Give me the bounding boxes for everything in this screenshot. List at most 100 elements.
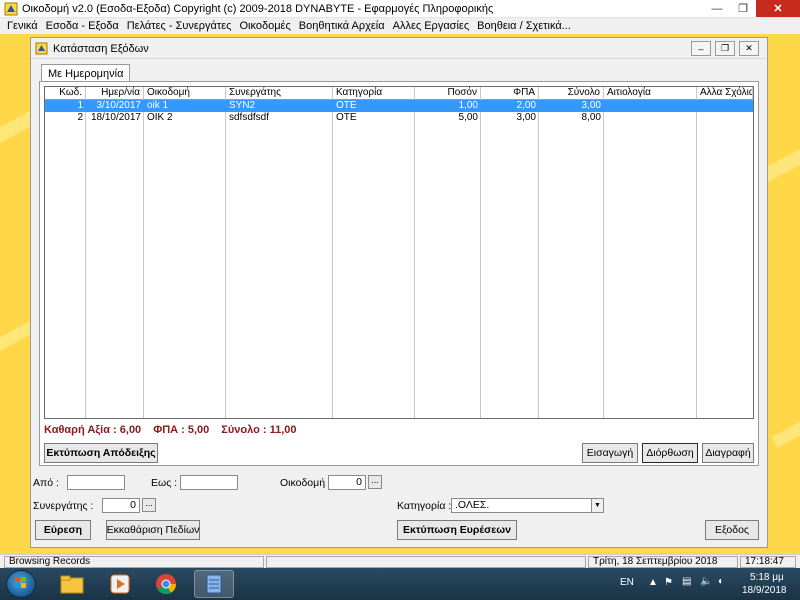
background-stripe	[771, 404, 800, 448]
column-divider	[45, 87, 86, 418]
cell-building: OIK 2	[147, 112, 173, 123]
menu-help-about[interactable]: Βοηθεια / Σχετικά...	[474, 18, 576, 34]
delete-button[interactable]: Διαγραφή	[702, 443, 754, 463]
menu-general[interactable]: Γενικά	[4, 18, 43, 34]
menu-other-tasks[interactable]: Αλλες Εργασίες	[390, 18, 475, 34]
table-row[interactable]: 1 3/10/2017 oik 1 SYN2 OTE 1,00 2,00 3,0…	[45, 100, 753, 112]
column-divider	[226, 87, 333, 418]
cell-amount: 5,00	[458, 112, 478, 123]
search-button[interactable]: Εύρεση	[35, 520, 91, 540]
minimize-button[interactable]: —	[704, 0, 730, 17]
close-button[interactable]: ✕	[756, 0, 800, 17]
to-label: Εως :	[151, 477, 178, 489]
cell-date: 3/10/2017	[96, 100, 142, 111]
column-header-code[interactable]: Κωδ.	[45, 87, 86, 100]
tab-panel: Κωδ. Ημερ/νία Οικοδομή Συνεργάτης Κατηγο…	[39, 81, 759, 466]
cell-partner: sdfsdfsdf	[229, 112, 270, 123]
start-button[interactable]	[6, 570, 36, 598]
status-bar: Browsing Records Τρίτη, 18 Σεπτεμβρίου 2…	[0, 554, 800, 568]
insert-button[interactable]: Εισαγωγή	[582, 443, 638, 463]
tray-arrow-icon[interactable]: ▲	[648, 577, 658, 588]
total-value-label: Σύνολο : 11,00	[221, 424, 297, 436]
windows-logo-icon	[15, 577, 26, 588]
column-header-total[interactable]: Σύνολο	[539, 87, 604, 100]
cell-total: 3,00	[581, 100, 601, 111]
cell-date: 18/10/2017	[90, 112, 141, 123]
menu-customers-partners[interactable]: Πελάτες - Συνεργάτες	[124, 18, 237, 34]
system-tray: EN ▲ ⚑ ▤ 🔈 ◐ 5:18 μμ 18/9/2018	[614, 568, 800, 600]
app-title: Οικοδομή v2.0 (Εσοδα-Εξοδα) Copyright (c…	[22, 3, 494, 15]
clear-fields-button[interactable]: Εκκαθάριση Πεδίων	[106, 520, 200, 540]
exit-button[interactable]: Εξοδος	[705, 520, 759, 540]
cell-notes	[697, 112, 753, 124]
column-header-amount[interactable]: Ποσόν	[415, 87, 481, 100]
menu-buildings[interactable]: Οικοδομές	[236, 18, 295, 34]
partner-browse-button[interactable]: ...	[142, 498, 156, 512]
to-date-input[interactable]	[180, 475, 238, 490]
language-indicator[interactable]: EN	[620, 577, 634, 588]
column-header-notes[interactable]: Αλλα Σχόλια	[697, 87, 753, 100]
column-divider	[604, 87, 697, 418]
menubar: Γενικά Εσοδα - Εξοδα Πελάτες - Συνεργάτε…	[0, 18, 800, 34]
print-receipt-button[interactable]: Εκτύπωση Απόδειξης	[44, 443, 158, 463]
cell-amount: 1,00	[458, 100, 478, 111]
partner-label: Συνεργάτης :	[33, 500, 94, 512]
cell-reason	[604, 112, 697, 124]
cell-building: oik 1	[147, 100, 169, 111]
clock-date[interactable]: 18/9/2018	[742, 585, 787, 596]
column-header-reason[interactable]: Αιτιολογία	[604, 87, 697, 100]
status-time: 17:18:47	[740, 556, 796, 568]
clock-time[interactable]: 5:18 μμ	[750, 572, 784, 583]
category-select-value: .ΟΛΕΣ.	[455, 499, 490, 511]
column-header-vat[interactable]: ΦΠΑ	[481, 87, 539, 100]
status-date: Τρίτη, 18 Σεπτεμβρίου 2018	[588, 556, 738, 568]
category-select[interactable]: .ΟΛΕΣ. ▼	[451, 498, 604, 513]
building-input[interactable]: 0	[328, 475, 366, 490]
window-minimize-button[interactable]: –	[691, 41, 711, 56]
from-date-input[interactable]	[67, 475, 125, 490]
column-header-date[interactable]: Ημερ/νία	[86, 87, 144, 100]
status-mode: Browsing Records	[4, 556, 264, 568]
menu-auxiliary-files[interactable]: Βοηθητικά Αρχεία	[296, 18, 390, 34]
tab-by-date[interactable]: Με Ημερομηνία	[41, 64, 131, 82]
explorer-icon[interactable]	[52, 570, 92, 598]
app-logo-icon	[4, 2, 18, 16]
cell-category: OTE	[336, 100, 357, 111]
cell-partner: SYN2	[229, 100, 256, 111]
column-header-building[interactable]: Οικοδομή	[144, 87, 226, 100]
column-divider	[481, 87, 539, 418]
volume-icon[interactable]: 🔈	[700, 576, 712, 587]
window-title: Κατάσταση Εξόδων	[53, 43, 149, 55]
chrome-logo-icon	[156, 574, 177, 595]
network-icon[interactable]: ▤	[682, 576, 691, 587]
column-divider	[333, 87, 415, 418]
window-restore-button[interactable]: ❐	[715, 41, 735, 56]
cell-category: OTE	[336, 112, 357, 123]
column-header-category[interactable]: Κατηγορία	[333, 87, 415, 100]
menu-income-expenses[interactable]: Εσοδα - Εξοδα	[43, 18, 124, 34]
print-results-button[interactable]: Εκτύπωση Ευρέσεων	[397, 520, 517, 540]
cell-code: 1	[77, 100, 83, 111]
cell-vat: 3,00	[516, 112, 536, 123]
power-icon[interactable]: ◐	[718, 576, 724, 587]
flag-icon[interactable]: ⚑	[664, 577, 673, 588]
oikodomi-app-icon[interactable]	[194, 570, 234, 598]
partner-input[interactable]: 0	[102, 498, 140, 513]
chevron-down-icon[interactable]: ▼	[591, 499, 603, 512]
column-header-partner[interactable]: Συνεργάτης	[226, 87, 333, 100]
chrome-icon[interactable]	[146, 570, 186, 598]
window-close-button[interactable]: ✕	[739, 41, 759, 56]
table-row[interactable]: 2 18/10/2017 OIK 2 sdfsdfsdf OTE 5,00 3,…	[45, 112, 753, 124]
cell-notes	[697, 100, 753, 112]
media-player-icon[interactable]	[100, 570, 140, 598]
column-divider	[86, 87, 144, 418]
maximize-button[interactable]: ❐	[730, 0, 756, 17]
app-titlebar: Οικοδομή v2.0 (Εσοδα-Εξοδα) Copyright (c…	[0, 0, 800, 18]
edit-button[interactable]: Διόρθωση	[642, 443, 698, 463]
folder-icon	[60, 575, 84, 594]
column-divider	[539, 87, 604, 418]
building-browse-button[interactable]: ...	[368, 475, 382, 489]
cell-code: 2	[77, 112, 83, 123]
expenses-grid[interactable]: Κωδ. Ημερ/νία Οικοδομή Συνεργάτης Κατηγο…	[44, 86, 754, 419]
cell-reason	[604, 100, 697, 112]
